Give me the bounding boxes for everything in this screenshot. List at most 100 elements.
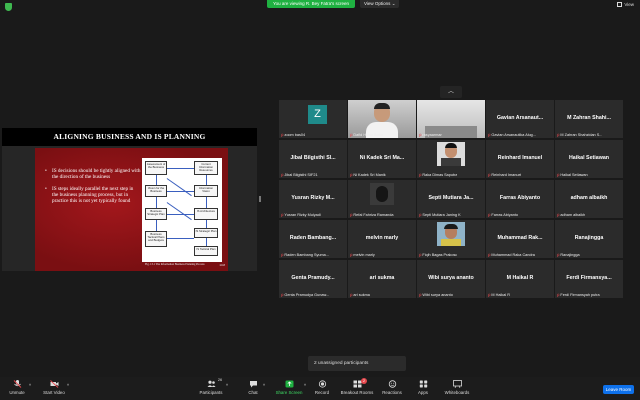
- chat-options-caret[interactable]: ^: [260, 383, 268, 388]
- participant-name-label: ꝑReinhard Imanuel: [488, 172, 521, 177]
- participants-options-caret[interactable]: ^: [223, 383, 231, 388]
- zoom-meeting-window: You are viewing R. Bey Fatra's screen Vi…: [0, 0, 640, 400]
- participant-display-name: Reinhard Imanuel: [497, 155, 543, 161]
- participant-name-text: Ferdi Firmansyah putra: [560, 293, 600, 297]
- slide-body: IS decisions should be tightly aligned w…: [35, 148, 228, 271]
- security-shield-icon[interactable]: [5, 3, 12, 11]
- participant-display-name: Ranajingga: [574, 235, 604, 241]
- leave-room-button[interactable]: Leave Room: [603, 385, 634, 394]
- participant-name-text: Ranajingga: [560, 253, 580, 257]
- participant-name-label: ꝑFarras Abiyanto: [488, 212, 518, 217]
- breakout-rooms-button[interactable]: Breakout Rooms: [338, 380, 376, 395]
- view-button[interactable]: View: [617, 2, 634, 8]
- participant-tile[interactable]: ari sukma ꝑari sukma: [348, 260, 416, 298]
- whiteboard-icon: [452, 380, 462, 388]
- participant-name-text: Genta Pramudya Gunaw...: [284, 293, 330, 297]
- shared-screen[interactable]: ALIGNING BUSINESS AND IS PLANNING IS dec…: [2, 128, 257, 271]
- participant-name-label: ꝑWibi surya ananto: [419, 292, 453, 297]
- participant-tile[interactable]: ꝑRefal Fahriza Ramanda: [348, 180, 416, 218]
- top-bar: You are viewing R. Bey Fatra's screen Vi…: [0, 0, 640, 11]
- slide-bullet: IS steps ideally parallel the next step …: [45, 186, 141, 205]
- participant-tile[interactable]: melvin marly ꝑmelvin marly: [348, 220, 416, 258]
- unassigned-participants-banner[interactable]: 2 unassigned participants: [308, 356, 406, 371]
- record-button[interactable]: Record: [311, 380, 333, 395]
- participant-name-text: Reinhard Imanuel: [491, 173, 522, 177]
- participant-tile[interactable]: Jibal Bilgisthi Sl... ꝑJibal Bilgisthi SI…: [279, 140, 347, 178]
- participant-tile[interactable]: Septi Mutiara Ja... ꝑSepti Mutiara Janing…: [417, 180, 485, 218]
- video-off-icon: [49, 380, 59, 388]
- participant-tile[interactable]: M Haikal RꝑM Haikal R: [486, 260, 554, 298]
- participant-tile[interactable]: Ni Kadek Sri Ma... ꝑNi Kadek Sri Manik: [348, 140, 416, 178]
- participant-tile[interactable]: Gavian Arsanaut... ꝑGavian Arsanautika Al…: [486, 100, 554, 138]
- participant-tile[interactable]: M Zahran Shahi... ꝑM Zahran Shahzidan S..…: [555, 100, 623, 138]
- split-view-handle[interactable]: [259, 196, 261, 202]
- participant-tile[interactable]: ꝑrasyaarman: [417, 100, 485, 138]
- figure-box: IS Architecture: [194, 208, 218, 220]
- figure-arrow: [167, 191, 194, 192]
- participant-name-text: zoom bas04: [284, 133, 306, 137]
- participant-tile[interactable]: ꝑDafid Helmi Bahri: [348, 100, 416, 138]
- participant-tile[interactable]: Zꝑzoom bas04: [279, 100, 347, 138]
- participant-tile[interactable]: ꝑFiqih Bagas Prakoso: [417, 220, 485, 258]
- audio-options-caret[interactable]: ^: [26, 383, 34, 388]
- figure-box: Information Vision: [194, 185, 218, 197]
- unmute-button[interactable]: Unmute: [6, 380, 28, 395]
- participant-name-label: ꝑRaka Dimas Saputra: [419, 172, 457, 177]
- participant-name-text: Wibi surya ananto: [422, 293, 453, 297]
- participant-tile[interactable]: ꝑRaka Dimas Saputra: [417, 140, 485, 178]
- share-screen-label: Share Screen: [275, 390, 303, 395]
- participant-name-text: adham albaikh: [560, 213, 586, 217]
- video-options-caret[interactable]: ^: [64, 383, 72, 388]
- figure-arrow: [156, 197, 157, 208]
- participant-video: [370, 183, 394, 205]
- participant-tile[interactable]: adham albaikh ꝑadham albaikh: [555, 180, 623, 218]
- whiteboards-button[interactable]: Whiteboards: [442, 380, 472, 395]
- participant-avatar: Z: [308, 105, 327, 124]
- share-options-caret[interactable]: ^: [301, 383, 309, 388]
- participant-display-name: Haikal Setiawan: [568, 155, 610, 161]
- chat-bubble-icon: [249, 380, 258, 388]
- smiley-icon: [388, 380, 397, 388]
- participant-display-name: ari sukma: [369, 275, 395, 281]
- participant-name-label: ꝑYusran Rizky Mulyadi: [281, 212, 321, 217]
- participant-tile[interactable]: Ranajingga ꝑRanajingga: [555, 220, 623, 258]
- participant-tile[interactable]: Ferdi Firmansya... ꝑFerdi Firmansyah putr…: [555, 260, 623, 298]
- planning-process-figure: Assessment of the Business Current Infor…: [142, 158, 222, 262]
- participants-count: 26: [217, 378, 223, 382]
- participant-name-label: ꝑNi Kadek Sri Manik: [350, 172, 386, 177]
- participant-display-name: Farras Abiyanto: [499, 195, 541, 201]
- participant-name-label: ꝑJibal Bilgisthi SIF21: [281, 172, 318, 177]
- participant-tile[interactable]: Raden Bambang... ꝑRaden Bambang Syuma...: [279, 220, 347, 258]
- participant-tile[interactable]: Wibi surya ananto ꝑWibi surya ananto: [417, 260, 485, 298]
- participant-tile[interactable]: Muhammad Rak... ꝑMuhammad Raka Candra: [486, 220, 554, 258]
- apps-label: Apps: [417, 390, 428, 395]
- breakout-rooms-badge: 2: [361, 378, 367, 384]
- participant-name-text: Fiqih Bagas Prakoso: [422, 253, 458, 257]
- reactions-button[interactable]: Reactions: [380, 380, 404, 395]
- participant-name-text: Dafid Helmi Bahri: [353, 133, 383, 137]
- participant-name-text: Muhammad Raka Candra: [491, 253, 535, 257]
- figure-arrow: [206, 220, 207, 228]
- apps-button[interactable]: Apps: [414, 380, 432, 395]
- chevron-down-icon: ⌄: [391, 1, 396, 6]
- participants-button[interactable]: Participants: [197, 380, 225, 395]
- participant-name-label: ꝑMuhammad Raka Candra: [488, 252, 535, 257]
- view-options-label: View Options: [364, 1, 391, 6]
- gallery-scroll-up-button[interactable]: ︿: [440, 86, 462, 98]
- participant-tile[interactable]: Yusran Rizky M... ꝑYusran Rizky Mulyadi: [279, 180, 347, 218]
- participant-name-text: ari sukma: [353, 293, 370, 297]
- share-screen-button[interactable]: Share Screen: [274, 380, 304, 395]
- participant-name-label: ꝑFerdi Firmansyah putra: [557, 292, 600, 297]
- participant-video: [437, 142, 465, 166]
- participant-name-label: ꝑM Haikal R: [488, 292, 510, 297]
- participant-display-name: M Zahran Shahi...: [567, 115, 611, 121]
- participant-tile[interactable]: Reinhard Imanuel ꝑReinhard Imanuel: [486, 140, 554, 178]
- participants-label: Participants: [199, 390, 223, 395]
- view-options-button[interactable]: View Options ⌄: [360, 0, 400, 8]
- figure-arrow: [167, 238, 194, 239]
- participant-tile[interactable]: Haikal Setiawan ꝑHaikal Setiawan: [555, 140, 623, 178]
- participant-tile[interactable]: Farras Abiyanto ꝑFarras Abiyanto: [486, 180, 554, 218]
- participant-tile[interactable]: Genta Pramudy... ꝑGenta Pramudya Gunaw...: [279, 260, 347, 298]
- participant-display-name: Septi Mutiara Ja...: [428, 195, 474, 201]
- figure-arrow: [167, 168, 194, 169]
